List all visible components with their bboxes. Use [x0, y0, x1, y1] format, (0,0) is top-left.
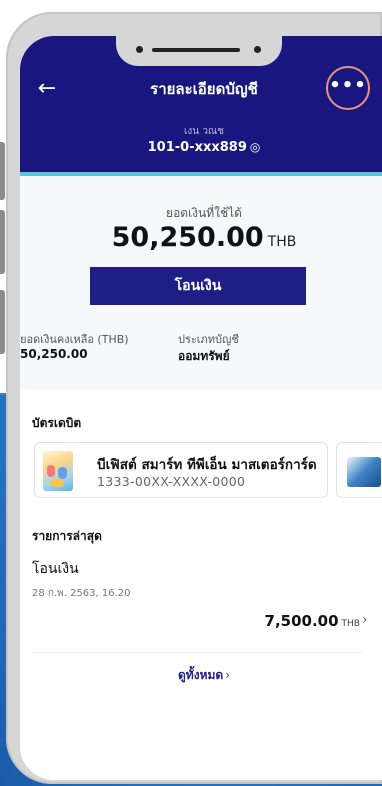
view-all-label: ดูทั้งหมด	[178, 668, 224, 682]
transaction-date: 28 ก.พ. 2563, 16.20	[32, 588, 131, 599]
available-balance-label: ยอดเงินที่ใช้ได้	[166, 206, 242, 220]
account-type-label: ประเภทบัญชี	[178, 333, 239, 346]
view-all-link[interactable]: ดูทั้งหมด ›	[20, 666, 382, 685]
debit-card-item[interactable]: บีเฟิสต์ สมาร์ท ทีพีเอ็น มาสเตอร์การ์ด 1…	[34, 442, 328, 498]
balance-currency: THB	[267, 234, 297, 250]
camera-dot	[136, 46, 143, 53]
card-image	[347, 457, 381, 487]
card-image	[43, 451, 73, 491]
remaining-balance-label: ยอดเงินคงเหลือ (THB)	[20, 333, 129, 346]
transaction-amount: 7,500.00	[264, 612, 339, 630]
transfer-button[interactable]: โอนเงิน	[90, 267, 306, 305]
recent-transactions-title: รายการล่าสุด	[32, 529, 102, 543]
phone-side-button	[0, 142, 5, 200]
account-number-row: 101-0-xxx889 ◎	[20, 140, 382, 155]
phone-side-button	[0, 290, 5, 354]
remaining-balance-value: 50,250.00	[20, 347, 88, 361]
account-number: 101-0-xxx889	[147, 140, 247, 155]
account-name: เงน วณช	[184, 126, 224, 137]
chevron-right-icon[interactable]: ›	[362, 612, 368, 628]
card-name: บีเฟิสต์ สมาร์ท ทีพีเอ็น มาสเตอร์การ์ด	[97, 457, 317, 473]
account-header: ← รายละเอียดบัญชี ••• เงน วณช 101-0-xxx8…	[20, 36, 382, 172]
card-art-shape	[47, 465, 55, 477]
card-number: 1333-00XX-XXXX-0000	[97, 474, 246, 489]
more-options-button[interactable]: •••	[326, 66, 370, 110]
balance-amount: 50,250.00	[111, 222, 264, 253]
phone-side-button	[0, 210, 5, 274]
card-art-shape	[58, 467, 67, 479]
eye-icon[interactable]: ◎	[250, 140, 260, 154]
sensor-dot	[254, 46, 261, 53]
arrow-left-icon[interactable]: ←	[34, 76, 60, 102]
phone-screen: ← รายละเอียดบัญชี ••• เงน วณช 101-0-xxx8…	[20, 36, 382, 780]
transaction-title: โอนเงิน	[32, 561, 79, 577]
header-accent-stripe	[20, 172, 382, 176]
speaker-bar	[152, 48, 240, 52]
card-art-shape	[50, 479, 64, 487]
phone-frame: ← รายละเอียดบัญชี ••• เงน วณช 101-0-xxx8…	[6, 12, 382, 784]
chevron-right-icon: ›	[225, 668, 230, 682]
debit-card-item-partial[interactable]	[336, 442, 382, 498]
debit-card-section-title: บัตรเดบิต	[32, 416, 82, 430]
available-balance: 50,250.00 THB	[20, 222, 382, 253]
page-title: รายละเอียดบัญชี	[150, 80, 258, 98]
transaction-amount-row[interactable]: 7,500.00 THB	[220, 612, 360, 630]
transaction-currency: THB	[341, 619, 360, 629]
divider	[32, 652, 362, 653]
account-type-value: ออมทรัพย์	[178, 349, 230, 363]
phone-notch	[116, 36, 282, 66]
